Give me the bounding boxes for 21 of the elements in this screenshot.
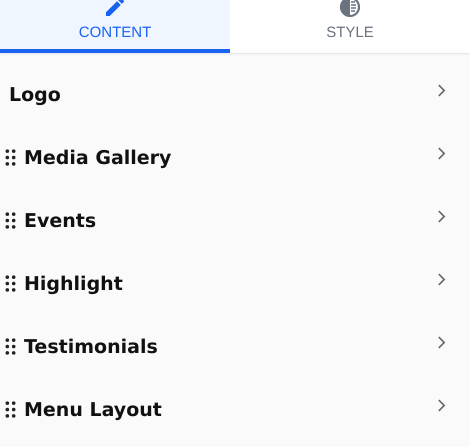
contrast-icon [338,0,362,19]
drag-handle-icon[interactable] [4,149,17,166]
drag-handle-icon[interactable] [4,338,17,355]
pencil-icon [103,0,127,19]
tab[interactable]: CONTENT [0,0,230,53]
chevron-right-icon [437,273,446,286]
chevron-right-icon [437,399,446,412]
chevron-right-icon [437,336,446,349]
tab[interactable]: STYLE [230,0,470,53]
drag-handle-icon[interactable] [4,401,17,418]
chevron-right-icon [437,84,446,97]
chevron-right-icon [437,210,446,223]
section-item[interactable]: Logo [0,63,470,126]
section-item[interactable]: Menu Layout [0,378,470,441]
section-item[interactable]: Media Gallery [0,126,470,189]
section-item[interactable]: Events [0,189,470,252]
section-item[interactable]: Highlight [0,252,470,315]
drag-handle-icon[interactable] [4,212,17,229]
section-item[interactable]: Testimonials [0,315,470,378]
chevron-right-icon [437,147,446,160]
drag-handle-icon[interactable] [4,275,17,292]
